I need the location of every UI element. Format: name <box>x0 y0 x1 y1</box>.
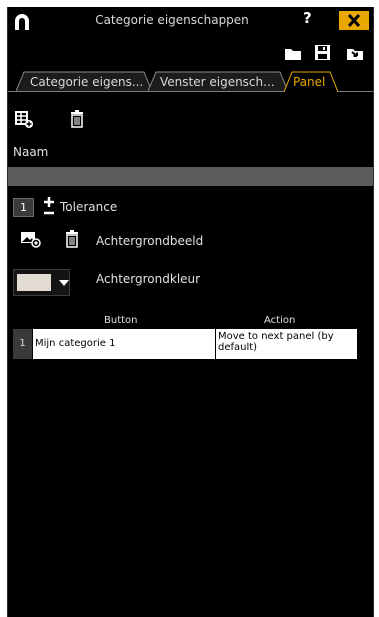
folder-icon[interactable] <box>283 43 303 63</box>
tab-strip: Categorie eigens... Venster eigensch... … <box>8 69 373 92</box>
tab-label: Panel <box>293 75 326 89</box>
table-row[interactable]: 1 Mijn categorie 1 Move to next panel (b… <box>13 329 357 359</box>
title-bar: Categorie eigenschappen ? <box>8 7 373 35</box>
import-icon[interactable] <box>345 43 365 63</box>
tab-panel[interactable]: Panel <box>284 71 338 92</box>
trash-icon[interactable] <box>68 109 86 129</box>
tab-label: Categorie eigens... <box>30 75 144 89</box>
background-image-label: Achtergrondbeeld <box>96 234 204 248</box>
color-swatch <box>17 274 51 291</box>
background-color-label: Achtergrondkleur <box>96 272 201 286</box>
row-index: 1 <box>13 329 32 359</box>
plus-minus-icon[interactable] <box>43 195 55 217</box>
column-header-button: Button <box>104 315 138 326</box>
tolerance-value[interactable]: 1 <box>13 198 34 217</box>
button-cell[interactable]: Mijn categorie 1 <box>33 329 215 359</box>
background-color-picker[interactable] <box>13 269 70 296</box>
name-input[interactable] <box>8 167 373 186</box>
image-add-icon[interactable] <box>19 229 41 249</box>
background-image-trash-icon[interactable] <box>63 229 81 249</box>
chevron-down-icon <box>59 280 69 286</box>
tab-category-properties[interactable]: Categorie eigens... <box>16 71 152 91</box>
name-label: Naam <box>13 145 49 159</box>
close-button[interactable] <box>339 11 369 30</box>
category-properties-window: Categorie eigenschappen ? Categorie eige… <box>7 7 374 617</box>
window-title: Categorie eigenschappen <box>95 13 249 27</box>
tab-window-properties[interactable]: Venster eigensch... <box>148 71 288 91</box>
column-header-action: Action <box>264 315 296 326</box>
close-icon <box>347 13 361 28</box>
add-table-icon[interactable] <box>14 109 34 129</box>
save-icon[interactable] <box>312 43 332 63</box>
tab-label: Venster eigensch... <box>160 75 275 89</box>
help-button[interactable]: ? <box>303 9 312 27</box>
action-cell[interactable]: Move to next panel (by default) <box>216 329 357 359</box>
file-toolbar <box>8 43 373 65</box>
tolerance-label: Tolerance <box>60 200 118 214</box>
